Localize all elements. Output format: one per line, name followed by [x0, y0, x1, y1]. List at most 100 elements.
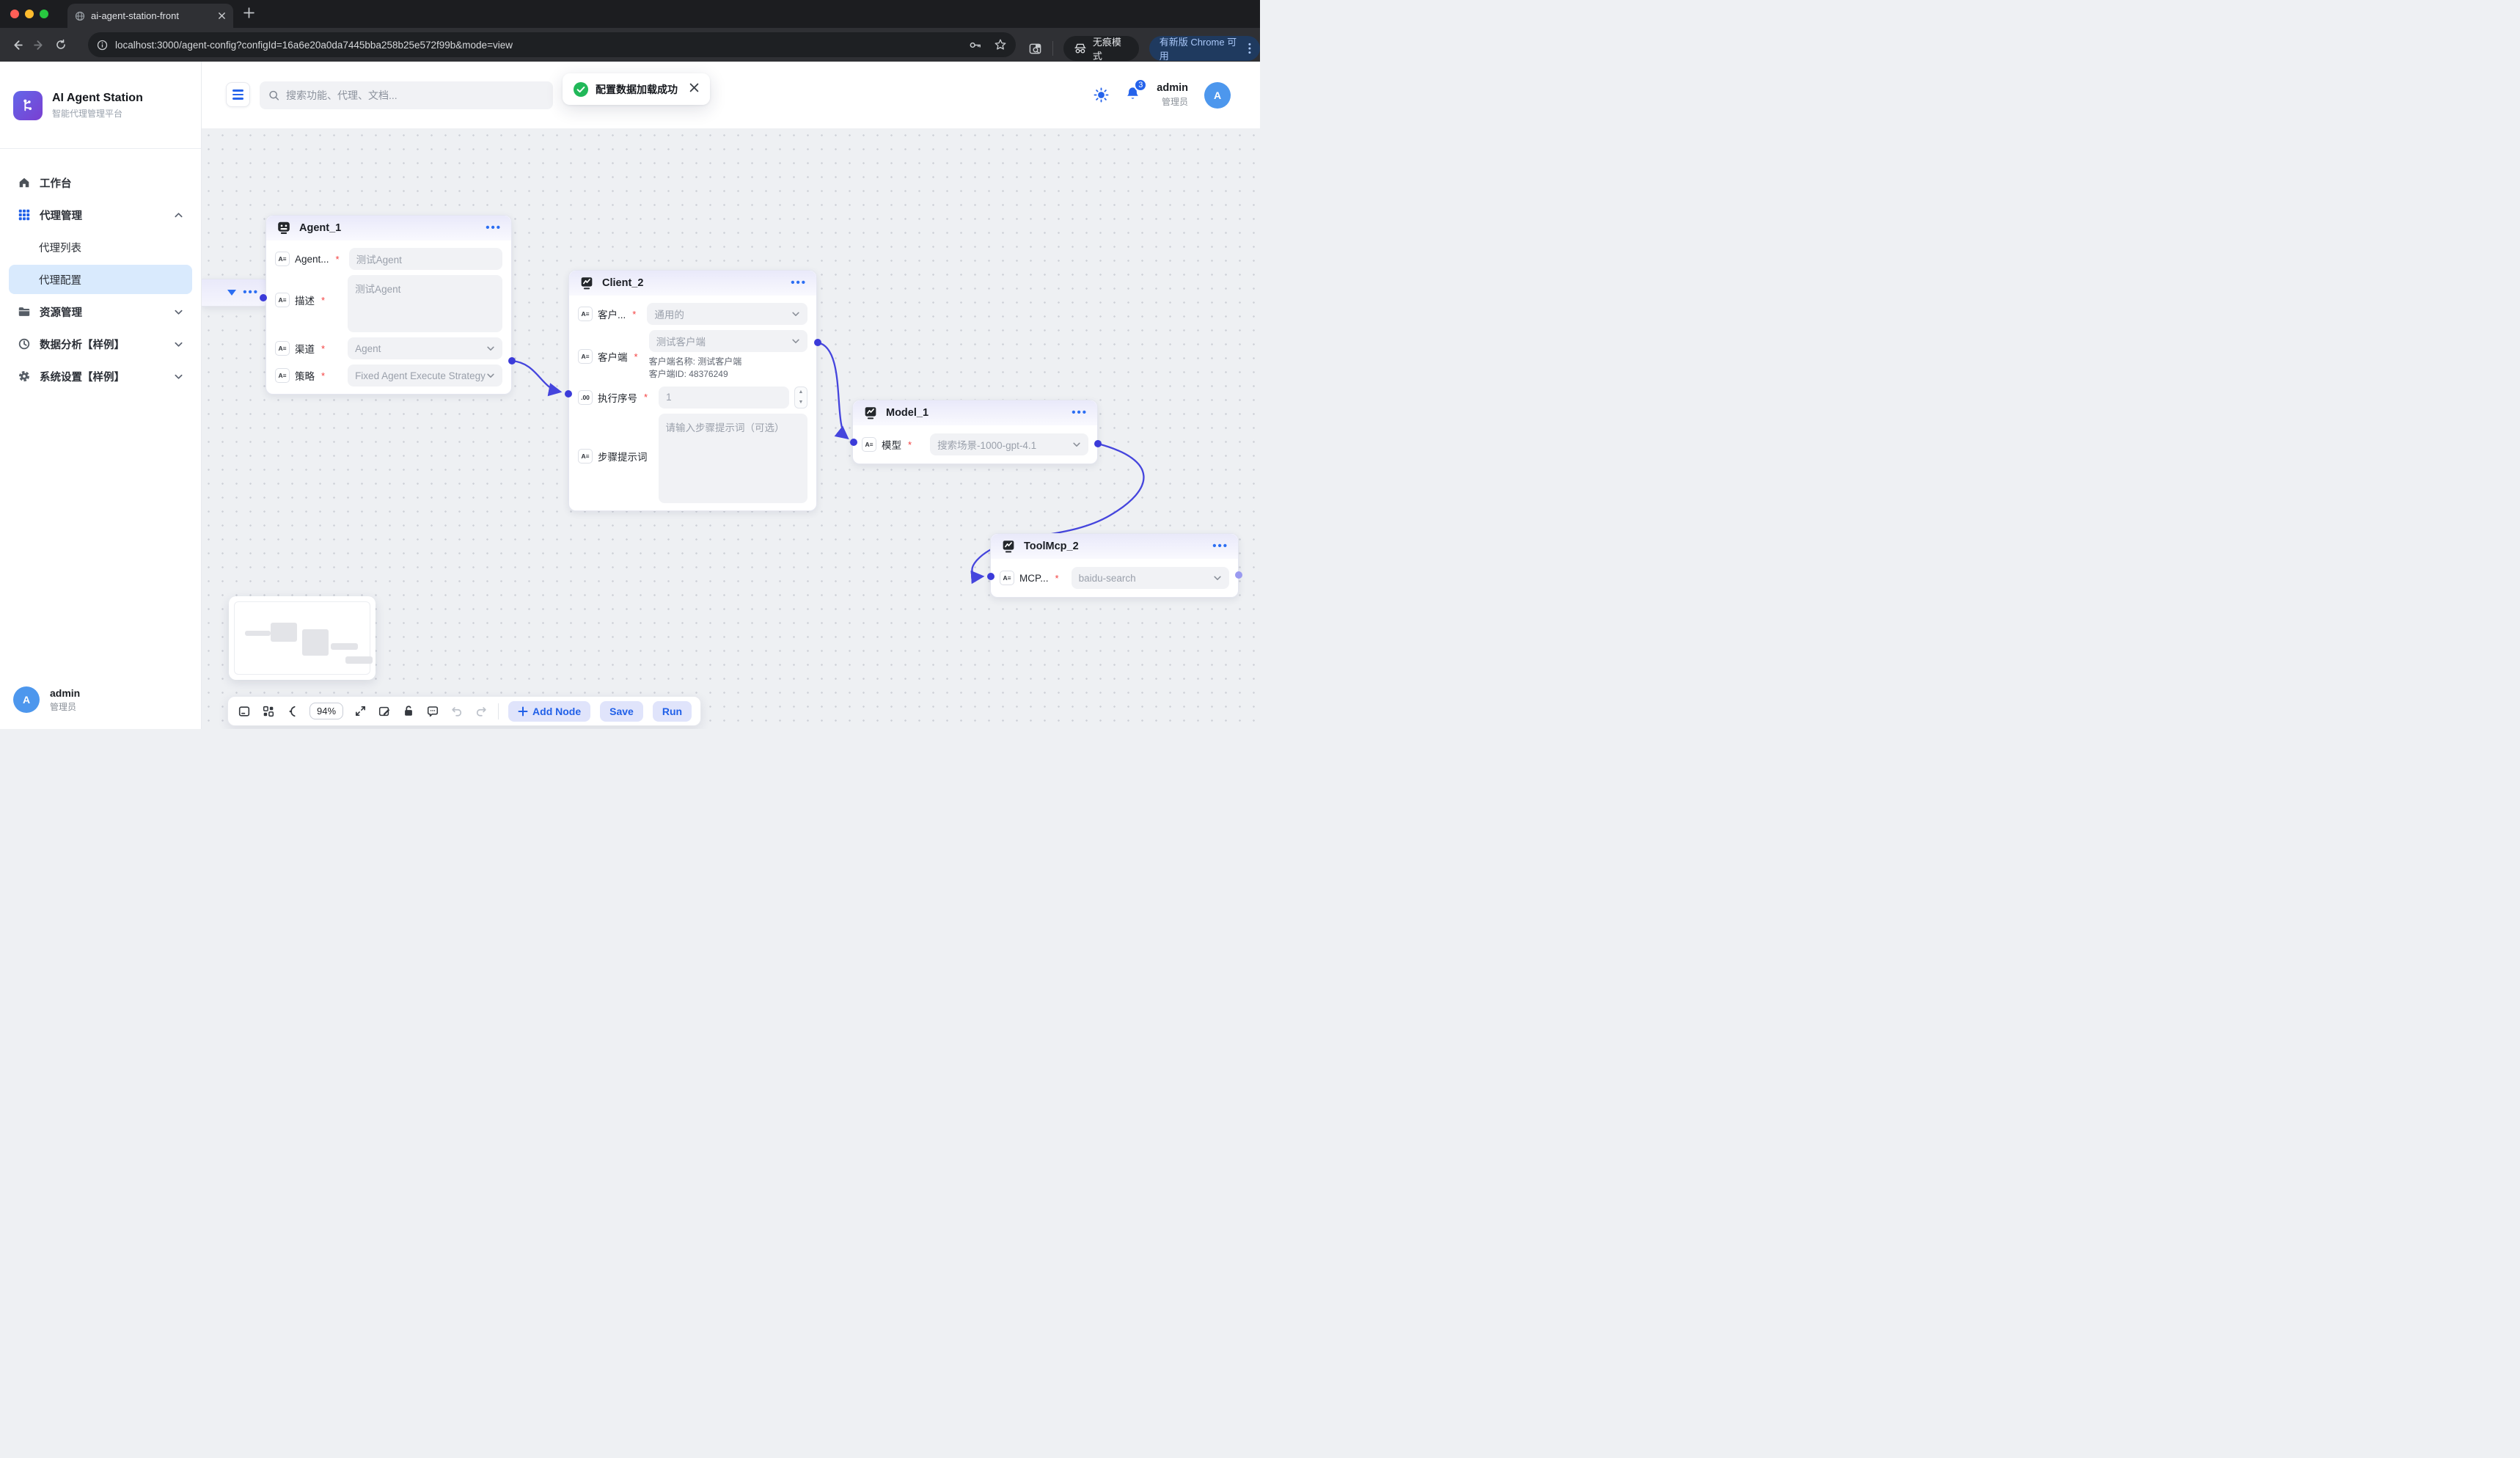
port-agent-out[interactable] [508, 357, 516, 364]
add-node-button[interactable]: Add Node [508, 701, 590, 722]
client-type-select[interactable]: 通用的 [647, 303, 807, 325]
notifications-button[interactable]: 3 [1125, 86, 1140, 105]
required-marker: * [632, 309, 636, 320]
minimize-window-button[interactable] [25, 10, 34, 18]
node-model-1[interactable]: Model_1 ••• A≡ 模型 * 搜索场景-1000-gpt-4.1 [852, 400, 1098, 464]
node-client-2[interactable]: Client_2 ••• A≡ 客户... * 通用的 [568, 270, 817, 511]
minimap-toggle-icon[interactable] [237, 704, 252, 719]
node-menu-icon[interactable]: ••• [486, 224, 502, 232]
agent-strategy-select[interactable]: Fixed Agent Execute Strategy [348, 364, 502, 387]
node-agent-1[interactable]: Agent_1 ••• A≡ Agent... * 测试Agent [265, 215, 512, 395]
port-toolmcp-out[interactable] [1235, 571, 1242, 579]
mcp-select[interactable]: baidu-search [1072, 567, 1229, 589]
agent-description-textarea[interactable]: 测试Agent [348, 275, 502, 332]
node-menu-icon[interactable]: ••• [1072, 409, 1088, 417]
collapsed-node-partial[interactable]: ••• [202, 279, 270, 307]
tab-search-icon[interactable] [1028, 42, 1042, 56]
bookmark-star-icon[interactable] [994, 38, 1007, 51]
field-label: Agent... [295, 254, 329, 265]
flow-canvas[interactable]: ••• Agent_1 ••• A≡ Agent... * [202, 128, 1260, 729]
sidebar-item-data-analysis[interactable]: 数据分析【样例】 [9, 329, 192, 359]
zoom-level[interactable]: 94% [309, 703, 343, 719]
chevron-down-icon [791, 337, 800, 345]
url-bar[interactable]: localhost:3000/agent-config?configId=16a… [88, 32, 1016, 57]
header-user[interactable]: admin 管理员 [1157, 82, 1188, 108]
client-help-id: 客户端ID: 48376249 [649, 368, 807, 381]
global-search[interactable] [260, 81, 553, 109]
node-menu-icon[interactable]: ••• [791, 279, 807, 287]
client-select[interactable]: 测试客户端 [649, 330, 807, 352]
comment-icon[interactable] [425, 704, 440, 719]
window-controls[interactable] [10, 10, 48, 18]
sidebar-item-system-settings[interactable]: 系统设置【样例】 [9, 362, 192, 391]
save-button[interactable]: Save [600, 701, 643, 722]
toast-close-icon[interactable] [689, 83, 699, 95]
browser-tab[interactable]: ai-agent-station-front [67, 4, 233, 28]
undo-icon[interactable] [450, 704, 464, 719]
sidebar-toggle-button[interactable] [226, 82, 250, 107]
back-button[interactable] [6, 34, 28, 56]
sidebar-item-agent-config[interactable]: 代理配置 [9, 265, 192, 294]
field-label: 客户端 [598, 349, 628, 364]
lock-icon[interactable] [401, 704, 416, 719]
tab-close-icon[interactable] [218, 12, 226, 20]
fullscreen-icon[interactable] [353, 704, 367, 719]
port-model-out[interactable] [1094, 440, 1102, 447]
sidebar-user[interactable]: A admin 管理员 [13, 686, 80, 713]
node-menu-icon[interactable]: ••• [243, 289, 259, 296]
stepper-up-icon[interactable]: ▲ [795, 387, 807, 398]
password-key-icon[interactable] [968, 38, 982, 52]
maximize-window-button[interactable] [40, 10, 48, 18]
url-text[interactable]: localhost:3000/agent-config?configId=16a… [115, 40, 961, 51]
node-menu-icon[interactable]: ••• [1212, 543, 1228, 550]
avatar[interactable]: A [1204, 82, 1231, 109]
agent-name-input[interactable]: 测试Agent [349, 248, 502, 270]
reload-button[interactable] [50, 34, 72, 56]
node-title: Model_1 [886, 407, 1064, 419]
redo-icon[interactable] [474, 704, 488, 719]
search-input[interactable] [286, 89, 544, 101]
annotation-icon[interactable] [377, 704, 392, 719]
theme-sun-icon[interactable] [1094, 87, 1109, 103]
node-toolmcp-2[interactable]: ToolMcp_2 ••• A≡ MCP... * baidu-search [990, 533, 1239, 598]
chevron-down-icon [174, 307, 183, 317]
app-title: AI Agent Station [52, 92, 143, 105]
number-stepper[interactable]: ▲ ▼ [794, 387, 807, 409]
forward-button[interactable] [28, 34, 50, 56]
port-client-out[interactable] [814, 339, 821, 346]
required-marker: * [321, 370, 325, 381]
sidebar: AI Agent Station 智能代理管理平台 工作台 代理管理 代理列表 [0, 62, 202, 729]
site-info-icon[interactable] [97, 40, 108, 51]
run-button[interactable]: Run [653, 701, 692, 722]
fit-view-icon[interactable] [285, 704, 300, 719]
new-tab-button[interactable] [243, 7, 254, 21]
sidebar-item-workbench[interactable]: 工作台 [9, 168, 192, 197]
chevron-down-icon [1213, 574, 1222, 582]
sidebar-item-label: 代理管理 [40, 208, 165, 223]
port-partial-node-out[interactable] [260, 294, 267, 301]
minimap-node [271, 623, 297, 642]
expand-triangle-icon[interactable] [227, 290, 236, 296]
app-header: 配置数据加载成功 3 admin 管理员 [202, 62, 1260, 128]
port-client-in[interactable] [565, 390, 572, 398]
port-toolmcp-in[interactable] [987, 573, 995, 580]
close-window-button[interactable] [10, 10, 19, 18]
sidebar-item-agent-list[interactable]: 代理列表 [9, 232, 192, 262]
chrome-update-pill[interactable]: 有新版 Chrome 可用 [1149, 36, 1260, 61]
sidebar-item-resource-management[interactable]: 资源管理 [9, 297, 192, 326]
sidebar-item-agent-management[interactable]: 代理管理 [9, 200, 192, 230]
client-prompt-textarea[interactable]: 请输入步骤提示词（可选） [659, 414, 808, 503]
minimap[interactable] [229, 596, 376, 680]
sidebar-item-label: 数据分析【样例】 [40, 337, 165, 352]
grid-icon [18, 208, 31, 221]
client-order-input[interactable]: 1 [659, 387, 789, 409]
browser-menu-icon [1248, 43, 1251, 54]
auto-layout-icon[interactable] [261, 704, 276, 719]
model-select[interactable]: 搜索场景-1000-gpt-4.1 [930, 433, 1088, 455]
agent-channel-select[interactable]: Agent [348, 337, 502, 359]
minimap-node [302, 629, 329, 656]
stepper-down-icon[interactable]: ▼ [795, 398, 807, 408]
node-title: Agent_1 [299, 222, 478, 234]
user-name: admin [1157, 82, 1188, 94]
port-model-in[interactable] [850, 439, 857, 446]
